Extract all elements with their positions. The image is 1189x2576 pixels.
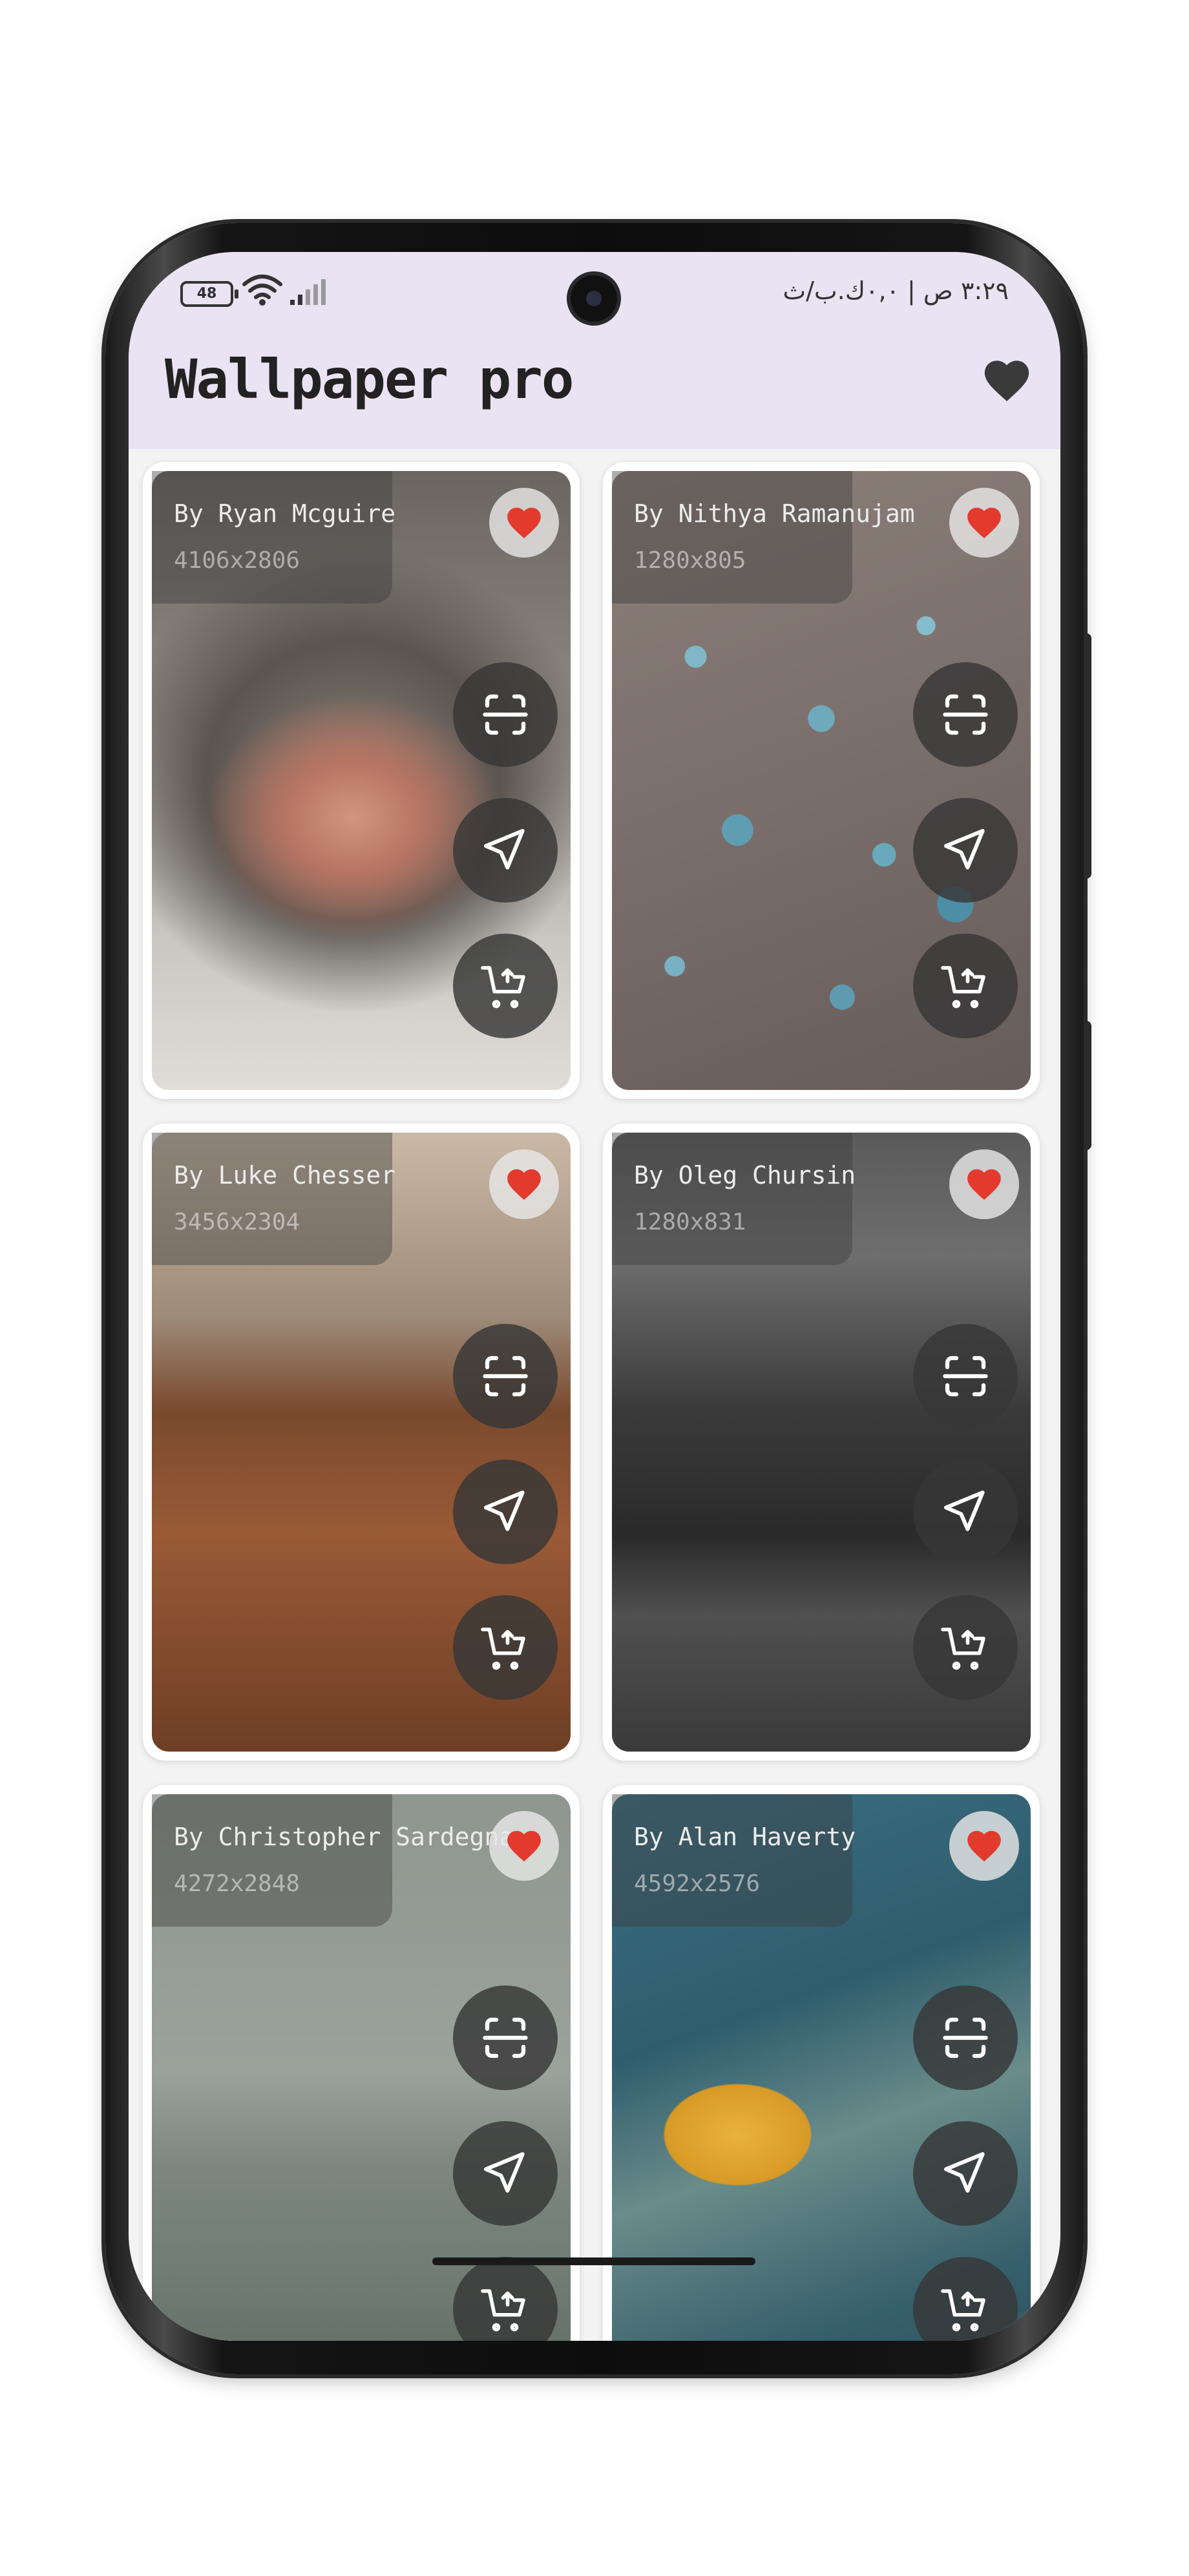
heart-icon: [967, 1830, 1001, 1862]
app-bar: 48 ٣:٢٩ ص | ٠,٠ك.ب/ث Wallpaper pro: [129, 252, 1060, 449]
share-icon: [944, 829, 985, 870]
share-icon: [484, 829, 525, 870]
set-wallpaper-button[interactable]: [453, 1324, 558, 1429]
screen: 48 ٣:٢٩ ص | ٠,٠ك.ب/ث Wallpaper pro By Ry…: [129, 252, 1060, 2341]
set-wallpaper-icon: [943, 694, 988, 735]
set-wallpaper-icon: [483, 694, 528, 735]
favorite-button[interactable]: [489, 488, 559, 558]
front-camera: [571, 275, 617, 322]
add-to-cart-button[interactable]: [913, 934, 1018, 1038]
heart-icon: [507, 1169, 541, 1200]
dimensions-label: 1280x805: [634, 547, 746, 574]
wifi-icon: [242, 275, 282, 306]
add-to-cart-button[interactable]: [913, 1595, 1018, 1700]
heart-icon: [967, 1169, 1001, 1200]
card-info-overlay: By Nithya Ramanujam 1280x805: [612, 471, 915, 603]
favorite-button[interactable]: [489, 1811, 559, 1881]
signal-icon: [290, 279, 326, 305]
share-icon: [484, 2152, 525, 2193]
set-wallpaper-button[interactable]: [913, 1985, 1018, 2090]
battery-icon: 48: [180, 281, 238, 307]
share-icon: [944, 1491, 985, 1531]
favorite-button[interactable]: [949, 1811, 1019, 1881]
add-to-cart-icon: [941, 1628, 985, 1670]
add-to-cart-button[interactable]: [453, 1595, 558, 1700]
author-label: By Christopher Sardegna: [174, 1823, 514, 1851]
heart-icon: [507, 507, 541, 539]
page-title: Wallpaper pro: [165, 348, 574, 411]
favorite-button[interactable]: [489, 1149, 559, 1219]
share-button[interactable]: [453, 1460, 558, 1564]
dimensions-label: 4592x2576: [634, 1870, 761, 1897]
card-info-overlay: By Alan Haverty 4592x2576: [612, 1794, 856, 1927]
wallpaper-card[interactable]: By Ryan Mcguire 4106x2806: [143, 462, 580, 1099]
card-info-overlay: By Oleg Chursin 1280x831: [612, 1133, 856, 1265]
set-wallpaper-button[interactable]: [913, 662, 1018, 767]
set-wallpaper-icon: [483, 2017, 528, 2058]
add-to-cart-icon: [481, 966, 525, 1009]
share-button[interactable]: [453, 798, 558, 903]
favorite-button[interactable]: [949, 1149, 1019, 1219]
share-button[interactable]: [913, 798, 1018, 903]
favorite-button[interactable]: [949, 488, 1019, 558]
author-label: By Oleg Chursin: [634, 1161, 856, 1189]
favorites-heart-icon[interactable]: [980, 354, 1033, 407]
dimensions-label: 1280x831: [634, 1209, 746, 1235]
set-wallpaper-icon: [943, 1356, 988, 1397]
power-button: [1084, 1021, 1091, 1150]
add-to-cart-icon: [941, 2289, 985, 2332]
card-info-overlay: By Ryan Mcguire 4106x2806: [152, 471, 396, 603]
status-time-speed: ٣:٢٩ ص | ٠,٠ك.ب/ث: [783, 277, 1009, 305]
share-button[interactable]: [913, 2121, 1018, 2226]
dimensions-label: 4106x2806: [174, 547, 300, 574]
author-label: By Nithya Ramanujam: [634, 499, 915, 528]
author-label: By Luke Chesser: [174, 1161, 396, 1189]
set-wallpaper-icon: [483, 1356, 528, 1397]
share-icon: [484, 1491, 525, 1531]
add-to-cart-icon: [941, 966, 985, 1009]
set-wallpaper-button[interactable]: [453, 662, 558, 767]
dimensions-label: 3456x2304: [174, 1209, 300, 1235]
add-to-cart-button[interactable]: [453, 934, 558, 1038]
home-indicator[interactable]: [432, 2257, 755, 2265]
wallpaper-card[interactable]: By Luke Chesser 3456x2304: [143, 1124, 580, 1761]
status-bar: 48 ٣:٢٩ ص | ٠,٠ك.ب/ث: [129, 252, 1060, 330]
set-wallpaper-button[interactable]: [913, 1324, 1018, 1429]
wallpaper-card[interactable]: By Nithya Ramanujam 1280x805: [603, 462, 1040, 1099]
wallpaper-card[interactable]: By Oleg Chursin 1280x831: [603, 1124, 1040, 1761]
volume-button: [1084, 633, 1091, 879]
card-info-overlay: By Christopher Sardegna 4272x2848: [152, 1794, 514, 1927]
set-wallpaper-icon: [943, 2017, 988, 2058]
author-label: By Ryan Mcguire: [174, 499, 396, 528]
add-to-cart-icon: [481, 2289, 525, 2332]
share-icon: [944, 2152, 985, 2193]
dimensions-label: 4272x2848: [174, 1870, 300, 1897]
card-info-overlay: By Luke Chesser 3456x2304: [152, 1133, 396, 1265]
set-wallpaper-button[interactable]: [453, 1985, 558, 2090]
add-to-cart-icon: [481, 1628, 525, 1670]
share-button[interactable]: [453, 2121, 558, 2226]
share-button[interactable]: [913, 1460, 1018, 1564]
heart-icon: [507, 1830, 541, 1862]
author-label: By Alan Haverty: [634, 1823, 856, 1851]
heart-icon: [967, 507, 1001, 539]
